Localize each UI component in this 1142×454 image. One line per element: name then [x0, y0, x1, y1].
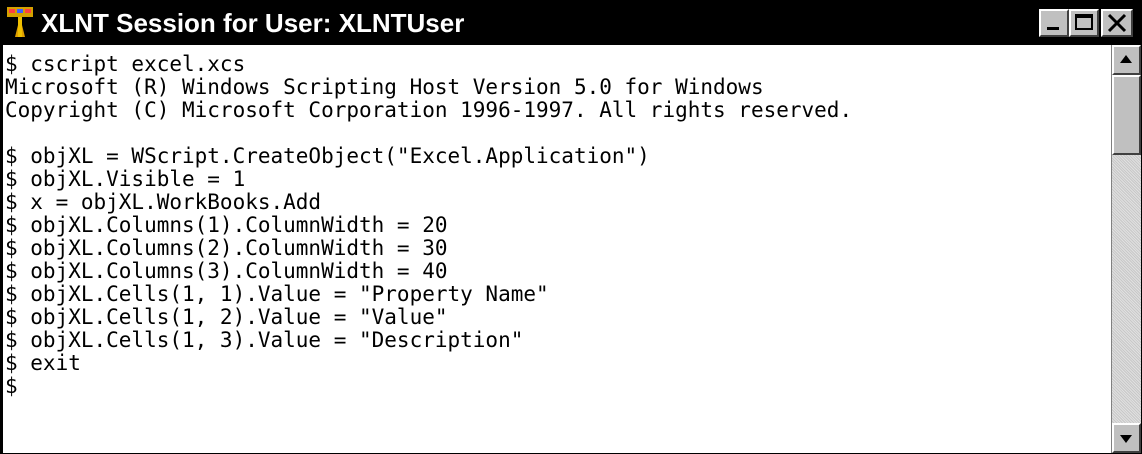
console-line: $: [5, 374, 18, 398]
console-lines: $ cscript excel.xcs Microsoft (R) Window…: [5, 53, 852, 398]
maximize-button[interactable]: [1069, 9, 1099, 37]
console-line: $ exit: [5, 351, 81, 375]
console-line: $ cscript excel.xcs: [5, 52, 246, 76]
console-line: Microsoft (R) Windows Scripting Host Ver…: [5, 75, 764, 99]
minimize-button[interactable]: [1039, 9, 1069, 37]
console-line: Copyright (C) Microsoft Corporation 1996…: [5, 98, 853, 122]
xlnt-app-icon[interactable]: [5, 5, 35, 39]
console-line: $ objXL.Cells(1, 2).Value = "Value": [5, 305, 448, 329]
scroll-thumb[interactable]: [1112, 75, 1141, 155]
console-line: $ objXL.Columns(2).ColumnWidth = 30: [5, 236, 448, 260]
console-line: $ objXL = WScript.CreateObject("Excel.Ap…: [5, 144, 650, 168]
console-line: $ objXL.Cells(1, 1).Value = "Property Na…: [5, 282, 549, 306]
console-line: $ objXL.Columns(1).ColumnWidth = 20: [5, 213, 448, 237]
scroll-down-button[interactable]: [1112, 423, 1141, 453]
console-output-area[interactable]: $ cscript excel.xcs Microsoft (R) Window…: [1, 45, 1111, 453]
window-title: XLNT Session for User: XLNTUser: [41, 8, 465, 38]
close-button[interactable]: [1101, 9, 1133, 37]
title-bar[interactable]: XLNT Session for User: XLNTUser: [1, 1, 1141, 45]
vertical-scrollbar[interactable]: [1111, 45, 1141, 453]
scroll-up-button[interactable]: [1112, 45, 1141, 75]
console-line: $ x = objXL.WorkBooks.Add: [5, 190, 322, 214]
console-line: $ objXL.Cells(1, 3).Value = "Description…: [5, 328, 524, 352]
console-line: $ objXL.Columns(3).ColumnWidth = 40: [5, 259, 448, 283]
terminal-window: XLNT Session for User: XLNTUser $ cscrip…: [0, 0, 1142, 454]
console-line: $ objXL.Visible = 1: [5, 167, 246, 191]
